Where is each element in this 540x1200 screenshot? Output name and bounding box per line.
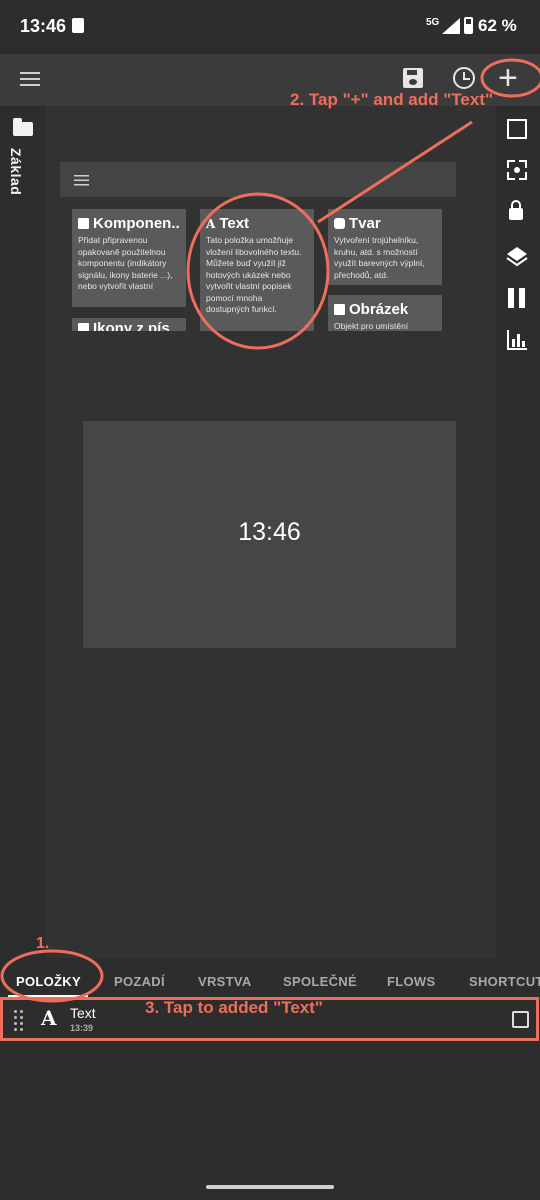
card-description: Tato položka umožňuje vložení libovolnéh…	[206, 235, 302, 314]
pause-icon[interactable]	[508, 288, 526, 308]
card-description: Objekt pro umístění	[334, 321, 409, 331]
left-rail	[0, 106, 44, 958]
item-card-text[interactable]: A Text Tato položka umožňuje vložení libo…	[200, 209, 314, 331]
preview-bar	[60, 162, 456, 197]
chart-icon[interactable]	[506, 329, 528, 351]
home-indicator[interactable]	[206, 1185, 334, 1189]
item-card-ikony[interactable]: Ikony z pís	[72, 318, 186, 331]
item-card-obrazek[interactable]: Obrázek Objekt pro umístění	[328, 295, 442, 331]
layers-icon[interactable]	[506, 245, 528, 267]
item-card-komponenty[interactable]: Komponen.. Přidat připravenou opakovaně …	[72, 209, 186, 307]
tab-shortcuts[interactable]: SHORTCUTS	[469, 974, 540, 989]
text-type-icon: A	[206, 216, 216, 231]
network-label: 5G	[426, 17, 440, 28]
drag-handle-icon[interactable]	[14, 1010, 24, 1031]
archive-icon	[78, 218, 89, 229]
card-title: Obrázek	[349, 301, 409, 318]
image-icon	[334, 304, 345, 315]
folder-icon[interactable]	[13, 118, 33, 136]
card-title: Tvar	[349, 215, 381, 232]
tab-spolecne[interactable]: SPOLEČNÉ	[283, 974, 357, 989]
card-title: Ikony z pís	[93, 320, 170, 331]
rail-label-zaklad[interactable]: Základ	[8, 148, 24, 195]
tab-vrstva[interactable]: VRSTVA	[198, 974, 252, 989]
item-checkbox[interactable]	[512, 1011, 529, 1028]
plus-icon[interactable]: +	[498, 58, 518, 98]
annotation-step3: 3. Tap to added "Text"	[145, 998, 323, 1017]
card-title: Text	[219, 215, 250, 232]
text-type-icon: A	[41, 1006, 57, 1030]
menu-icon[interactable]	[20, 72, 40, 74]
tab-flows[interactable]: FLOWS	[387, 974, 435, 989]
sd-card-icon	[72, 18, 84, 33]
battery-icon	[464, 17, 473, 34]
card-description: Přidat připravenou opakovaně použitelnou…	[78, 235, 173, 291]
save-icon[interactable]	[403, 68, 423, 88]
font-icon	[78, 323, 89, 331]
card-description: Vytvoření trojúhelníku, kruhu, atd. s mo…	[334, 235, 425, 280]
right-rail	[496, 106, 540, 958]
widget-time: 13:46	[238, 518, 301, 546]
signal-icon	[442, 18, 460, 34]
item-card-tvar[interactable]: Tvar Vytvoření trojúhelníku, kruhu, atd.…	[328, 209, 442, 285]
list-empty-area	[0, 1040, 540, 1200]
status-time: 13:46	[20, 16, 67, 36]
square-icon[interactable]	[507, 119, 527, 139]
history-icon[interactable]	[453, 67, 475, 89]
preview-menu-icon	[74, 175, 89, 177]
card-title: Komponen..	[93, 215, 180, 232]
tab-polozky[interactable]: POLOŽKY	[16, 974, 81, 989]
item-time: 13:39	[70, 1023, 94, 1033]
focus-icon[interactable]	[507, 160, 527, 180]
tab-pozadi[interactable]: POZADÍ	[114, 974, 165, 989]
annotation-step1: 1.	[36, 935, 50, 952]
item-label[interactable]: Text	[70, 1005, 96, 1021]
lock-icon[interactable]	[509, 200, 523, 220]
tab-indicator	[8, 995, 88, 998]
battery-percent: 62 %	[478, 16, 517, 35]
shapes-icon	[334, 218, 345, 229]
annotation-step2: 2. Tap "+" and add "Text"	[290, 90, 494, 109]
